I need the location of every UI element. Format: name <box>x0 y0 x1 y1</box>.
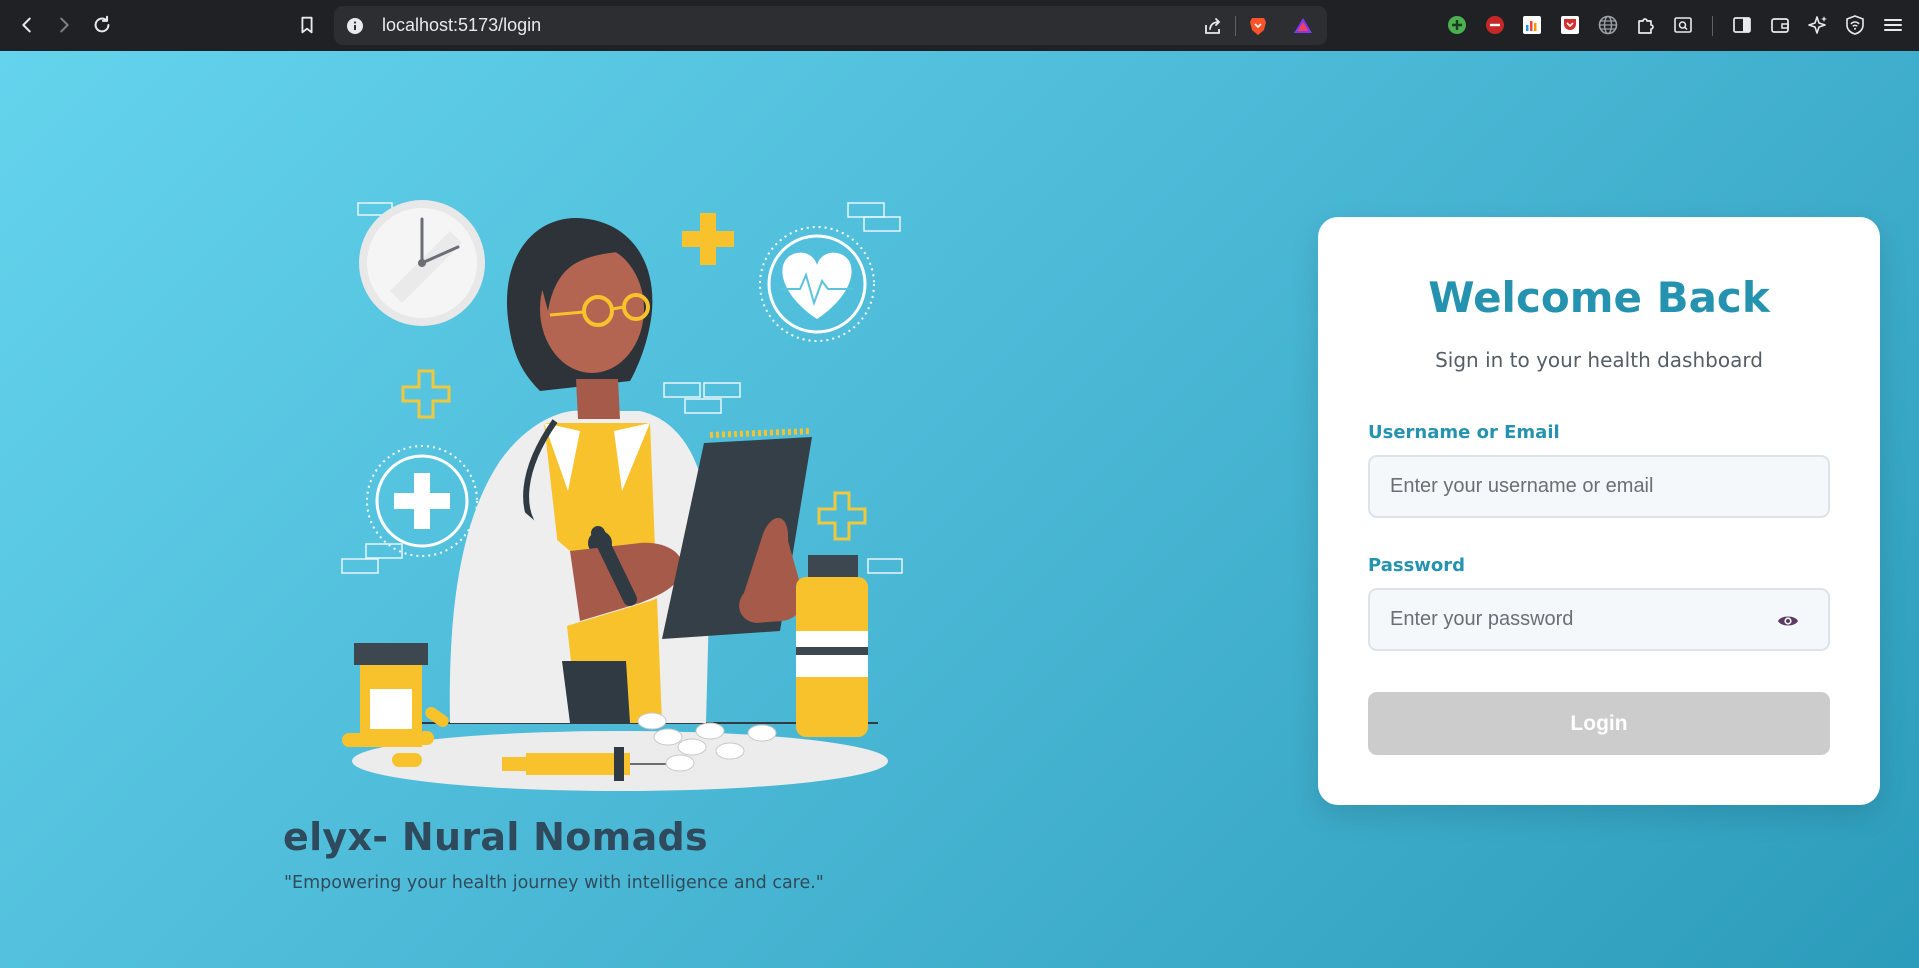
share-icon[interactable] <box>1202 15 1224 37</box>
heart-icon <box>759 226 875 342</box>
separator <box>1712 16 1713 36</box>
pocket-extension-icon[interactable] <box>1559 14 1581 36</box>
forward-icon[interactable] <box>52 13 76 37</box>
vpn-icon[interactable] <box>1844 14 1866 36</box>
add-extension-icon[interactable] <box>1446 14 1468 36</box>
password-label: Password <box>1368 555 1466 576</box>
show-password-icon[interactable] <box>1776 609 1800 633</box>
login-subtitle: Sign in to your health dashboard <box>1435 348 1763 372</box>
menu-icon[interactable] <box>1882 14 1904 36</box>
username-label: Username or Email <box>1368 422 1560 443</box>
clock-icon <box>359 200 485 326</box>
password-input[interactable] <box>1370 590 1828 649</box>
url-text[interactable]: localhost:5173/login <box>382 6 541 45</box>
brave-rewards-icon[interactable] <box>1292 15 1314 37</box>
address-bar[interactable]: localhost:5173/login <box>334 6 1327 45</box>
bookmark-icon[interactable] <box>295 13 319 37</box>
password-field[interactable] <box>1368 588 1830 651</box>
site-info-icon[interactable] <box>346 17 364 35</box>
login-card: Welcome Back Sign in to your health dash… <box>1318 217 1880 805</box>
doctor-illustration <box>341 200 903 791</box>
login-page: elyx- Nural Nomads "Empowering your heal… <box>0 51 1919 968</box>
browser-toolbar: localhost:5173/login <box>0 0 1919 51</box>
ad-block-icon[interactable] <box>1484 14 1506 36</box>
wallet-icon[interactable] <box>1769 14 1791 36</box>
separator <box>1235 16 1236 36</box>
username-field[interactable] <box>1368 455 1830 518</box>
brave-shields-icon[interactable] <box>1247 15 1269 37</box>
login-title: Welcome Back <box>1428 273 1770 322</box>
puzzle-extensions-icon[interactable] <box>1635 14 1657 36</box>
username-input[interactable] <box>1370 457 1828 516</box>
reload-icon[interactable] <box>90 13 114 37</box>
analytics-extension-icon[interactable] <box>1521 14 1543 36</box>
back-icon[interactable] <box>15 13 39 37</box>
sidebar-icon[interactable] <box>1731 14 1753 36</box>
leo-ai-icon[interactable] <box>1807 14 1829 36</box>
login-button[interactable]: Login <box>1368 692 1830 755</box>
search-page-icon[interactable] <box>1672 14 1694 36</box>
medical-plus-icon <box>366 445 478 557</box>
brand-title: elyx- Nural Nomads <box>283 815 708 859</box>
brand-tagline: "Empowering your health journey with int… <box>284 873 824 893</box>
globe-icon[interactable] <box>1597 14 1619 36</box>
